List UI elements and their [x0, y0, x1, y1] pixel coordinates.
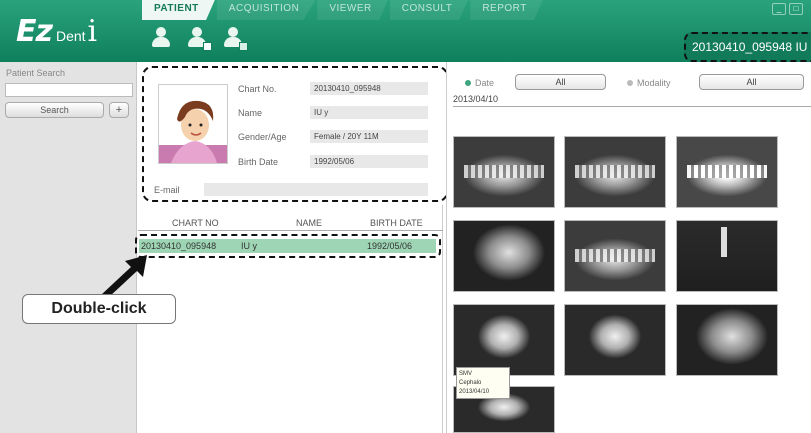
- patient-info-panel: Chart No. 20130410_095948 Name IU y Gend…: [142, 66, 448, 202]
- app-logo: Ez Dent i: [16, 14, 97, 49]
- xray-thumbnail[interactable]: [453, 136, 555, 208]
- birth-date-value: 1992/05/06: [310, 155, 428, 168]
- column-birth-date[interactable]: BIRTH DATE: [370, 218, 423, 228]
- tooltip-line: 2013/04/10: [459, 389, 490, 395]
- xray-thumbnail[interactable]: [676, 304, 778, 376]
- add-search-button[interactable]: +: [109, 102, 129, 118]
- radio-unselected-icon: [627, 80, 633, 86]
- patient-list-panel: CHART NO NAME BIRTH DATE 20130410_095948…: [135, 205, 443, 433]
- column-name[interactable]: NAME: [296, 218, 322, 228]
- xray-thumbnail[interactable]: [564, 220, 666, 292]
- name-label: Name: [238, 108, 263, 118]
- chart-no-value: 20130410_095948: [310, 82, 428, 95]
- tooltip-line: Cephalo: [459, 380, 482, 386]
- add-patient-icon[interactable]: [150, 27, 172, 49]
- search-button[interactable]: Search: [5, 102, 104, 118]
- tooltip-line: SMV: [459, 371, 473, 377]
- tab-patient[interactable]: PATIENT: [142, 0, 215, 20]
- modality-filter-label[interactable]: Modality: [627, 78, 671, 88]
- tab-consult[interactable]: CONSULT: [389, 0, 469, 20]
- name-value: IU y: [310, 106, 428, 119]
- delete-patient-icon[interactable]: [222, 27, 248, 51]
- avatar-illustration-icon: [159, 100, 227, 163]
- window-controls: _ □: [772, 3, 803, 15]
- selected-row-highlight: 20130410_095948 IU y 1992/05/06: [135, 234, 441, 258]
- logo-main: Ez: [16, 14, 53, 49]
- patient-list-header: CHART NO NAME BIRTH DATE: [138, 215, 443, 231]
- xray-thumbnail[interactable]: [676, 220, 778, 292]
- date-filter-label[interactable]: Date: [465, 78, 494, 88]
- xray-thumbnail[interactable]: [564, 304, 666, 376]
- gender-age-label: Gender/Age: [238, 132, 287, 142]
- patient-search-label: Patient Search: [6, 68, 66, 78]
- row-chart-no: 20130410_095948: [141, 241, 217, 251]
- row-birth-date: 1992/05/06: [367, 241, 413, 251]
- main-tabs: PATIENT ACQUISITION VIEWER CONSULT REPOR…: [142, 0, 545, 20]
- callout-arrow-icon: [101, 255, 147, 297]
- table-row[interactable]: 20130410_095948 IU y 1992/05/06: [139, 239, 436, 253]
- radio-selected-icon: [465, 80, 471, 86]
- tab-viewer[interactable]: VIEWER: [317, 0, 388, 20]
- birth-date-label: Birth Date: [238, 157, 279, 167]
- xray-thumbnail[interactable]: [564, 136, 666, 208]
- gender-age-value: Female / 20Y 11M: [310, 130, 428, 143]
- tab-acquisition[interactable]: ACQUISITION: [216, 0, 316, 20]
- logo-i: i: [87, 14, 98, 49]
- current-patient-banner: 20130410_095948 IU y: [684, 32, 811, 62]
- ez-dent-i-window: Ez Dent i PATIENT ACQUISITION VIEWER CON…: [0, 0, 811, 433]
- xray-thumbnail[interactable]: [453, 304, 555, 376]
- xray-thumbnail[interactable]: [453, 220, 555, 292]
- row-name: IU y: [241, 241, 258, 251]
- patient-search-sidebar: Patient Search Search +: [0, 62, 137, 433]
- thumbnail-tooltip: SMV Cephalo 2013/04/10: [456, 367, 510, 399]
- modality-filter-select[interactable]: All: [699, 74, 804, 90]
- minimize-icon[interactable]: _: [772, 3, 786, 15]
- email-label: E-mail: [154, 185, 180, 195]
- double-click-callout: Double-click: [22, 294, 176, 324]
- maximize-icon[interactable]: □: [789, 3, 803, 15]
- date-group-label: 2013/04/10: [453, 94, 811, 107]
- patient-avatar: [158, 84, 228, 164]
- xray-thumbnail[interactable]: [676, 136, 778, 208]
- patient-toolbar: [150, 27, 248, 51]
- chart-no-label: Chart No.: [238, 84, 277, 94]
- email-value: [204, 183, 428, 196]
- logo-sub: Dent: [55, 28, 86, 44]
- patient-search-input[interactable]: [5, 83, 133, 97]
- date-filter-select[interactable]: All: [515, 74, 606, 90]
- column-chart-no[interactable]: CHART NO: [172, 218, 219, 228]
- edit-patient-icon[interactable]: [186, 27, 212, 51]
- tab-report[interactable]: REPORT: [470, 0, 543, 20]
